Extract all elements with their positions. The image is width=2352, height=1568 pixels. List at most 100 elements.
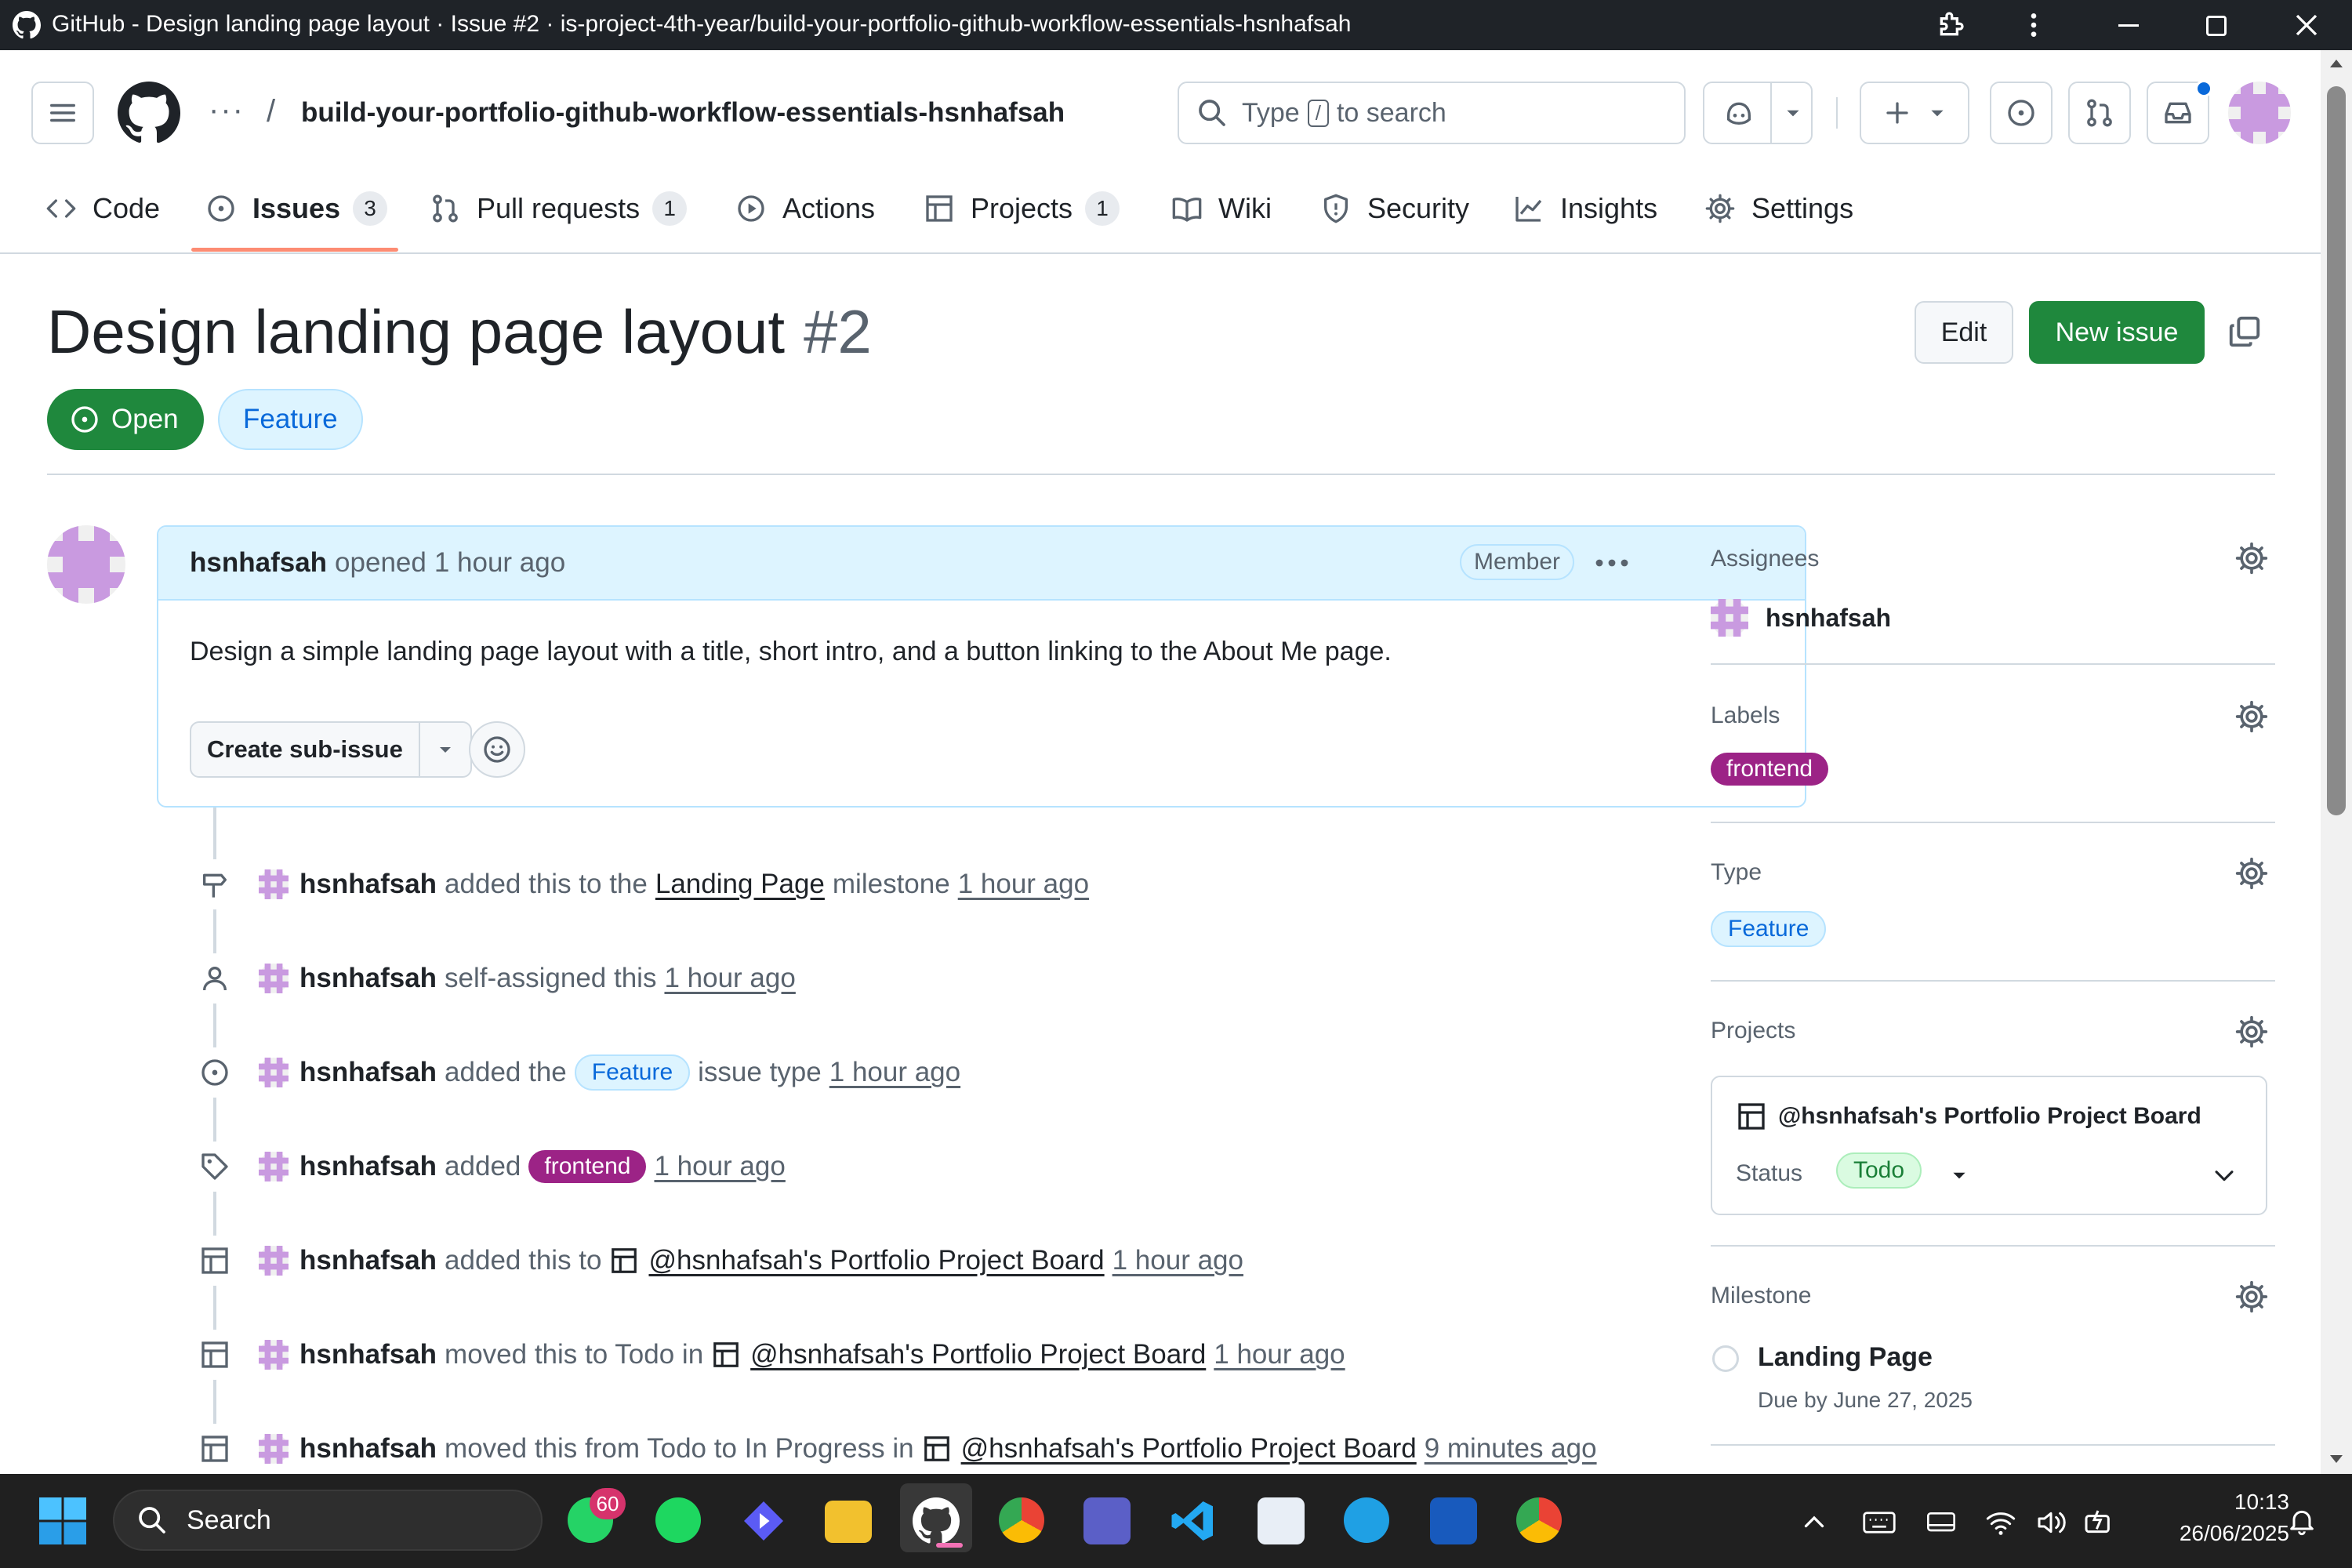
vscode-icon[interactable] bbox=[1170, 1497, 1217, 1544]
restore-button[interactable] bbox=[2206, 16, 2227, 36]
search-input[interactable]: Type / to search bbox=[1178, 82, 1686, 144]
gear-icon[interactable] bbox=[2234, 1014, 2269, 1049]
scroll-down-arrow[interactable] bbox=[2327, 1450, 2346, 1466]
mini-avatar[interactable] bbox=[259, 1434, 289, 1464]
tab-insights[interactable]: Insights bbox=[1513, 185, 1657, 232]
notification-bell-icon[interactable] bbox=[2286, 1505, 2318, 1537]
assignee-item[interactable]: hsnhafsah bbox=[1711, 599, 1891, 637]
menu-button[interactable] bbox=[31, 82, 94, 144]
scroll-up-arrow[interactable] bbox=[2327, 56, 2346, 72]
create-sub-issue-button[interactable]: Create sub-issue bbox=[190, 721, 472, 778]
minimize-button[interactable] bbox=[2118, 24, 2139, 27]
timeline-time[interactable]: 1 hour ago bbox=[958, 869, 1089, 900]
kebab-horizontal-icon[interactable] bbox=[1593, 549, 1631, 577]
timeline-time[interactable]: 1 hour ago bbox=[664, 963, 795, 994]
more-vertical-icon[interactable] bbox=[2018, 9, 2049, 41]
teams-icon[interactable] bbox=[1083, 1497, 1131, 1544]
gear-icon[interactable] bbox=[2234, 541, 2269, 575]
status-value[interactable]: Todo bbox=[1836, 1152, 1922, 1189]
frontend-label[interactable]: frontend bbox=[1711, 753, 1829, 786]
edge-icon[interactable] bbox=[1344, 1497, 1389, 1543]
tab-actions[interactable]: Actions bbox=[735, 185, 875, 232]
timeline-user[interactable]: hsnhafsah bbox=[299, 869, 437, 900]
tab-wiki[interactable]: Wiki bbox=[1171, 185, 1272, 232]
github-home-logo-icon[interactable] bbox=[118, 82, 180, 144]
extensions-icon[interactable] bbox=[1935, 9, 1966, 41]
display-icon[interactable] bbox=[1926, 1508, 1957, 1537]
mini-avatar[interactable] bbox=[259, 1246, 289, 1276]
project-link[interactable]: @hsnhafsah's Portfolio Project Board bbox=[648, 1245, 1104, 1276]
project-card-title[interactable]: @hsnhafsah's Portfolio Project Board bbox=[1736, 1101, 2201, 1132]
copy-link-icon[interactable] bbox=[2227, 314, 2263, 350]
copilot-button[interactable] bbox=[1703, 82, 1813, 144]
mini-avatar[interactable] bbox=[259, 1058, 289, 1087]
timeline-user[interactable]: hsnhafsah bbox=[299, 1433, 437, 1465]
repo-name-link[interactable]: build-your-portfolio-github-workflow-ess… bbox=[301, 97, 1065, 129]
chevron-down-icon[interactable] bbox=[436, 740, 455, 759]
taskbar-clock[interactable]: 10:13 bbox=[2148, 1490, 2289, 1515]
volume-icon[interactable] bbox=[2035, 1507, 2067, 1538]
keyboard-icon[interactable] bbox=[1863, 1508, 1896, 1537]
milestone-link[interactable]: Landing Page bbox=[655, 869, 825, 900]
word-icon[interactable] bbox=[1430, 1497, 1477, 1544]
mini-avatar[interactable] bbox=[259, 869, 289, 899]
new-issue-button[interactable]: New issue bbox=[2029, 301, 2205, 364]
mini-avatar[interactable] bbox=[259, 1152, 289, 1181]
tab-issues[interactable]: Issues 3 bbox=[205, 185, 388, 232]
app-document-icon[interactable] bbox=[1258, 1497, 1305, 1544]
project-link[interactable]: @hsnhafsah's Portfolio Project Board bbox=[750, 1339, 1206, 1370]
mini-avatar[interactable] bbox=[259, 964, 289, 993]
chevron-down-icon[interactable] bbox=[1949, 1165, 1969, 1185]
taskbar-date[interactable]: 26/06/2025 bbox=[2117, 1521, 2289, 1546]
timeline-time[interactable]: 1 hour ago bbox=[829, 1057, 960, 1088]
issue-type-badge[interactable]: Feature bbox=[218, 389, 363, 450]
timeline-user[interactable]: hsnhafsah bbox=[299, 1057, 437, 1088]
tab-settings[interactable]: Settings bbox=[1704, 185, 1853, 232]
battery-charging-icon[interactable] bbox=[2082, 1507, 2114, 1538]
create-new-button[interactable] bbox=[1860, 82, 1969, 144]
edit-button[interactable]: Edit bbox=[1915, 301, 2013, 364]
milestone-name[interactable]: Landing Page bbox=[1758, 1342, 1933, 1373]
gear-icon[interactable] bbox=[2234, 856, 2269, 891]
close-window-button[interactable] bbox=[2294, 13, 2319, 38]
taskbar-search[interactable]: Search bbox=[113, 1490, 543, 1551]
timeline-user[interactable]: hsnhafsah bbox=[299, 1151, 437, 1182]
windows-start-icon[interactable] bbox=[39, 1497, 86, 1544]
type-badge[interactable]: Feature bbox=[1711, 911, 1827, 947]
tab-code[interactable]: Code bbox=[45, 185, 160, 232]
gear-icon[interactable] bbox=[2234, 1279, 2269, 1314]
timeline-time[interactable]: 1 hour ago bbox=[654, 1151, 785, 1182]
timeline-time[interactable]: 1 hour ago bbox=[1112, 1245, 1243, 1276]
tab-security[interactable]: Security bbox=[1320, 185, 1469, 232]
wifi-icon[interactable] bbox=[1985, 1507, 2016, 1538]
chevron-down-icon[interactable] bbox=[2211, 1162, 2238, 1189]
timeline-time[interactable]: 1 hour ago bbox=[1214, 1339, 1345, 1370]
project-link[interactable]: @hsnhafsah's Portfolio Project Board bbox=[961, 1433, 1417, 1465]
timeline-user[interactable]: hsnhafsah bbox=[299, 1245, 437, 1276]
comment-author[interactable]: hsnhafsah bbox=[190, 547, 327, 579]
breadcrumb-more[interactable]: ··· bbox=[209, 93, 245, 128]
issues-header-button[interactable] bbox=[1990, 82, 2053, 144]
author-avatar[interactable] bbox=[47, 525, 125, 604]
issue-type-badge[interactable]: Feature bbox=[574, 1054, 691, 1091]
user-avatar[interactable] bbox=[2228, 82, 2291, 144]
chrome-icon[interactable] bbox=[999, 1497, 1044, 1543]
gear-icon[interactable] bbox=[2234, 699, 2269, 734]
frontend-label[interactable]: frontend bbox=[528, 1150, 647, 1183]
github-desktop-icon[interactable] bbox=[913, 1497, 960, 1544]
file-explorer-icon[interactable] bbox=[825, 1501, 872, 1543]
add-reaction-button[interactable] bbox=[469, 721, 525, 778]
chrome-profile-icon[interactable] bbox=[1516, 1497, 1562, 1543]
timeline-user[interactable]: hsnhafsah bbox=[299, 963, 437, 994]
timeline-time[interactable]: 9 minutes ago bbox=[1425, 1433, 1597, 1465]
chevron-up-icon[interactable] bbox=[1800, 1508, 1828, 1537]
scrollbar-thumb[interactable] bbox=[2327, 86, 2346, 815]
comment-time[interactable]: 1 hour ago bbox=[434, 547, 565, 579]
app-diamond-icon[interactable] bbox=[740, 1497, 787, 1544]
tab-projects[interactable]: Projects 1 bbox=[924, 185, 1120, 232]
tab-pull-requests[interactable]: Pull requests 1 bbox=[430, 185, 688, 232]
spotify-icon[interactable] bbox=[655, 1497, 701, 1543]
pull-requests-header-button[interactable] bbox=[2068, 82, 2131, 144]
mini-avatar[interactable] bbox=[259, 1340, 289, 1370]
timeline-user[interactable]: hsnhafsah bbox=[299, 1339, 437, 1370]
